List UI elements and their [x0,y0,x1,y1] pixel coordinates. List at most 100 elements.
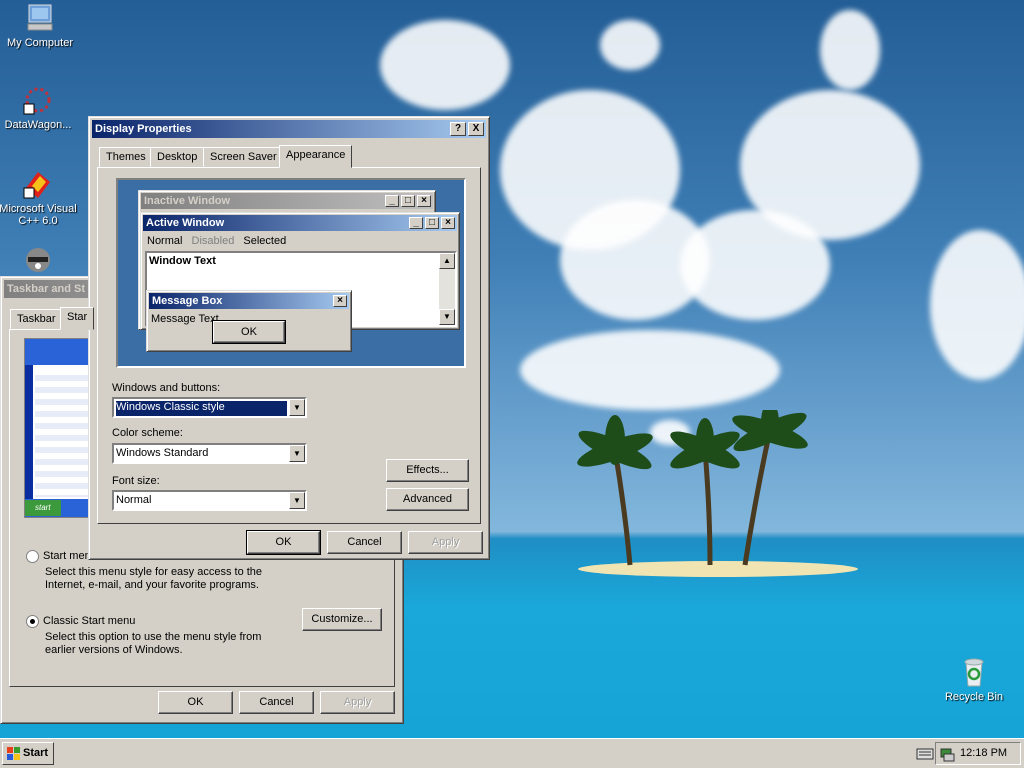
button-label: Cancel [259,696,294,708]
radio-classic-start-menu[interactable] [26,615,39,628]
maximize-icon: □ [401,195,415,207]
preview-msgbox-ok: OK [212,320,286,344]
window-title: Display Properties [95,123,192,135]
desktop-icon-label: Recycle Bin [944,691,1004,703]
effects-button[interactable]: Effects... [386,459,469,482]
preview-scrollbar: ▲ ▼ [439,253,455,325]
windows-logo-icon [7,747,20,760]
maximize-icon: □ [425,217,439,229]
preview-msgbox-titlebar: Message Box × [149,293,349,309]
desktop-icon-label: My Computer [6,37,74,49]
visual-cpp-icon [22,168,54,200]
chevron-down-icon[interactable]: ▼ [289,492,305,509]
help-icon: ? [454,123,462,134]
desktop-icon-datawagon[interactable]: DataWagon... [0,84,78,131]
font-size-select[interactable]: Normal ▼ [112,490,307,511]
system-tray: 12:18 PM [935,742,1021,765]
recycle-bin-icon [958,656,990,688]
taskbar-apply-button[interactable]: Apply [320,691,395,714]
tab-taskbar[interactable]: Taskbar [10,309,63,329]
start-button[interactable]: Start [2,742,54,765]
display-apply-button[interactable]: Apply [408,531,483,554]
advanced-button[interactable]: Advanced [386,488,469,511]
tab-label: Screen Saver [210,151,277,163]
window-title: Taskbar and St [7,283,86,295]
radio-start-menu[interactable] [26,550,39,563]
datawagon-icon [22,84,54,116]
start-menu-option-description: Select this menu style for easy access t… [45,566,263,591]
msgbox-title: Message Box [152,295,223,307]
color-scheme-label: Color scheme: [112,427,183,439]
tab-label: Themes [106,151,146,163]
display-properties-window[interactable]: Display Properties ? X Themes Desktop Sc… [88,116,490,560]
taskbar: Start 12:18 PM [0,738,1024,768]
appearance-panel: Inactive Window _ □ × Active Window _ □ … [97,167,481,524]
tab-appearance[interactable]: Appearance [279,145,353,168]
color-scheme-value: Windows Standard [116,447,209,459]
preview-message-box: Message Box × Message Text OK [146,290,352,352]
windows-buttons-select[interactable]: Windows Classic style ▼ [112,397,307,418]
preview-inactive-titlebar: Inactive Window _ □ × [141,193,433,209]
display-cancel-button[interactable]: Cancel [327,531,402,554]
desktop-icon-visual-cpp[interactable]: Microsoft Visual C++ 6.0 [0,168,78,227]
minimize-icon: _ [385,195,399,207]
scroll-down-icon: ▼ [439,309,455,325]
inactive-title: Inactive Window [144,195,231,207]
button-label: Cancel [347,536,382,548]
tab-start-menu[interactable]: Star [60,307,95,330]
start-menu-preview: start [24,338,92,518]
desktop-icon-label: Microsoft Visual C++ 6.0 [0,203,77,227]
menu-selected: Selected [243,235,287,247]
preview-active-titlebar: Active Window _ □ × [143,215,457,231]
windows-buttons-value: Windows Classic style [116,401,287,416]
button-label: Apply [431,536,460,548]
tab-label: Desktop [157,151,198,163]
menu-normal: Normal [147,235,183,247]
close-icon: × [333,295,347,307]
help-button[interactable]: ? [450,122,466,136]
display-properties-titlebar[interactable]: Display Properties ? X [92,120,486,138]
tab-label: Taskbar [17,313,56,325]
chevron-down-icon[interactable]: ▼ [289,399,305,416]
customize-button[interactable]: Customize... [302,608,382,631]
button-label: OK [187,696,204,708]
tab-label: Star [67,311,88,323]
preview-start-button: start [25,500,61,516]
network-icon[interactable] [939,746,955,762]
appearance-preview: Inactive Window _ □ × Active Window _ □ … [116,178,466,368]
button-label: OK [275,536,292,548]
chevron-down-icon[interactable]: ▼ [289,445,305,462]
button-label: OK [241,326,257,338]
desktop-icon-my-computer[interactable]: My Computer [0,2,80,49]
raccoon-icon [22,244,54,272]
button-label: Advanced [403,493,452,505]
font-size-label: Font size: [112,475,160,487]
taskbar-ok-button[interactable]: OK [158,691,233,714]
menu-disabled: Disabled [191,235,235,247]
clock[interactable]: 12:18 PM [960,747,1007,759]
tab-themes[interactable]: Themes [99,147,153,167]
close-icon: × [417,195,431,207]
close-button[interactable]: X [468,122,484,136]
preview-start-label: start [35,503,51,512]
scroll-up-icon: ▲ [439,253,455,269]
close-icon: × [441,217,455,229]
classic-option-label[interactable]: Classic Start menu [43,615,135,627]
keyboard-icon[interactable] [916,747,934,761]
minimize-icon: _ [409,217,423,229]
tab-screen-saver[interactable]: Screen Saver [203,147,284,167]
my-computer-icon [24,2,56,34]
desktop-icon-recycle-bin[interactable]: Recycle Bin [934,656,1014,703]
desktop-icon-raccoon[interactable] [0,244,78,272]
button-label: Apply [343,696,372,708]
start-label: Start [23,747,49,759]
taskbar-cancel-button[interactable]: Cancel [239,691,314,714]
color-scheme-select[interactable]: Windows Standard ▼ [112,443,307,464]
tab-label: Appearance [286,149,346,161]
start-menu-option-label[interactable]: Start men [43,550,91,562]
display-ok-button[interactable]: OK [246,530,321,555]
window-text: Window Text [149,255,216,267]
close-icon: X [472,123,480,134]
active-title: Active Window [146,217,225,229]
tab-desktop[interactable]: Desktop [150,147,205,167]
